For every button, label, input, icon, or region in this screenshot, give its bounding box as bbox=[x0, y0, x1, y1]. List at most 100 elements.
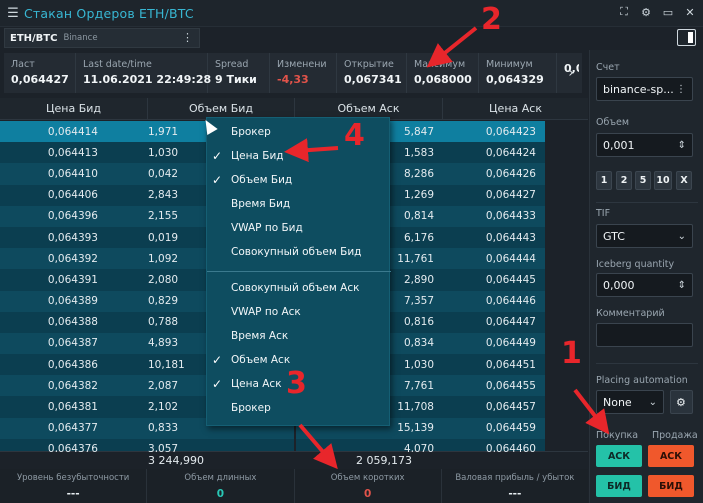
bid-volume-cell[interactable]: 0,788 bbox=[128, 312, 248, 333]
order-book-row[interactable]: 0,064381 2,102 11,708 0,064457 bbox=[0, 396, 588, 418]
bid-volume-cell[interactable]: 10,181 bbox=[128, 354, 248, 375]
buy-bid-button[interactable]: БИД bbox=[596, 475, 642, 497]
ask-volume-cell[interactable]: 15,139 bbox=[290, 418, 436, 439]
ask-price-cell[interactable]: 0,064427 bbox=[436, 185, 586, 206]
order-book-row[interactable]: 0,064377 0,833 15,139 0,064459 bbox=[0, 417, 588, 439]
close-icon[interactable]: ✕ bbox=[683, 5, 697, 19]
account-select[interactable]: binance-sp... ⋮ bbox=[596, 77, 693, 101]
stepper-icon[interactable]: ⇕ bbox=[678, 140, 686, 151]
ask-price-cell[interactable]: 0,064445 bbox=[436, 269, 586, 290]
ask-volume-cell[interactable]: 1,583 bbox=[290, 142, 436, 163]
ask-price-cell[interactable]: 0,064424 bbox=[436, 142, 586, 163]
ask-price-cell[interactable]: 0,064451 bbox=[436, 354, 586, 375]
ask-price-cell[interactable]: 0,064449 bbox=[436, 333, 586, 354]
ask-volume-cell[interactable]: 2,890 bbox=[290, 269, 436, 290]
bid-volume-cell[interactable]: 2,087 bbox=[128, 375, 248, 396]
side-panel-toggle-icon[interactable] bbox=[677, 29, 696, 46]
bid-price-cell[interactable]: 0,064389 bbox=[0, 291, 128, 312]
order-book-row[interactable]: 0,064413 1,030 1,583 0,064424 bbox=[0, 142, 588, 164]
qty-button-5[interactable]: 5 bbox=[635, 171, 651, 190]
ask-volume-cell[interactable]: 8,286 bbox=[290, 163, 436, 184]
bid-price-cell[interactable]: 0,064382 bbox=[0, 375, 128, 396]
ask-volume-cell[interactable]: 11,761 bbox=[290, 248, 436, 269]
order-book-row[interactable]: 0,064396 2,155 0,814 0,064433 bbox=[0, 205, 588, 227]
bid-price-cell[interactable]: 0,064381 bbox=[0, 396, 128, 417]
order-book-row[interactable]: 0,064392 1,092 11,761 0,064444 bbox=[0, 248, 588, 270]
column-bid-volume[interactable]: Объем Бид bbox=[148, 98, 295, 119]
bid-price-cell[interactable]: 0,064377 bbox=[0, 418, 128, 439]
more-options-icon[interactable]: ⋮ bbox=[182, 31, 193, 44]
ask-volume-cell[interactable]: 1,030 bbox=[290, 354, 436, 375]
ask-volume-cell[interactable]: 5,847 bbox=[290, 121, 436, 142]
bid-volume-cell[interactable]: 2,080 bbox=[128, 269, 248, 290]
bid-volume-cell[interactable]: 2,155 bbox=[128, 206, 248, 227]
bid-price-cell[interactable]: 0,064392 bbox=[0, 248, 128, 269]
ask-volume-cell[interactable]: 0,814 bbox=[290, 206, 436, 227]
ask-volume-cell[interactable]: 4,070 bbox=[290, 439, 436, 452]
tif-select[interactable]: GTC ⌄ bbox=[596, 224, 693, 248]
bid-price-cell[interactable]: 0,064391 bbox=[0, 269, 128, 290]
order-book-row[interactable]: 0,064389 0,829 7,357 0,064446 bbox=[0, 290, 588, 312]
stepper-icon[interactable]: ⇕ bbox=[678, 280, 686, 291]
order-book-row[interactable]: 0,064376 3,057 4,070 0,064460 bbox=[0, 438, 588, 452]
qty-button-clear[interactable]: X bbox=[676, 171, 692, 190]
ask-price-cell[interactable]: 0,064457 bbox=[436, 396, 586, 417]
fullscreen-icon[interactable]: ⛶ bbox=[617, 5, 631, 19]
ask-volume-cell[interactable]: 1,269 bbox=[290, 185, 436, 206]
menu-icon[interactable]: ☰ bbox=[2, 6, 24, 21]
ask-volume-cell[interactable]: 11,708 bbox=[290, 396, 436, 417]
comment-input[interactable] bbox=[596, 323, 693, 347]
ask-volume-cell[interactable]: 7,761 bbox=[290, 375, 436, 396]
order-book-row[interactable]: 0,064387 4,893 0,834 0,064449 bbox=[0, 332, 588, 355]
bid-volume-cell[interactable]: 1,092 bbox=[128, 248, 248, 269]
buy-ask-button[interactable]: АСК bbox=[596, 445, 642, 467]
ask-price-cell[interactable]: 0,064446 bbox=[436, 291, 586, 312]
ask-volume-cell[interactable]: 0,816 bbox=[290, 312, 436, 333]
ask-price-cell[interactable]: 0,064444 bbox=[436, 248, 586, 269]
bid-price-cell[interactable]: 0,064387 bbox=[0, 333, 128, 354]
order-book-row[interactable]: 0,064406 2,843 1,269 0,064427 bbox=[0, 184, 588, 206]
ask-price-cell[interactable]: 0,064443 bbox=[436, 227, 586, 248]
order-book-row[interactable]: 0,064414 1,971 5,847 0,064423 bbox=[0, 121, 588, 143]
ask-volume-cell[interactable]: 7,357 bbox=[290, 291, 436, 312]
automation-select[interactable]: None ⌄ bbox=[596, 390, 664, 414]
iceberg-input[interactable]: 0,000 ⇕ bbox=[596, 273, 693, 297]
ask-price-cell[interactable]: 0,064447 bbox=[436, 312, 586, 333]
stats-scroll-right-icon[interactable]: › bbox=[560, 61, 582, 85]
bid-price-cell[interactable]: 0,064414 bbox=[0, 121, 128, 142]
automation-settings-icon[interactable]: ⚙ bbox=[670, 390, 693, 414]
bid-volume-cell[interactable]: 1,030 bbox=[128, 142, 248, 163]
instrument-selector[interactable]: ETH/BTC Binance ⋮ bbox=[4, 28, 200, 48]
ask-price-cell[interactable]: 0,064455 bbox=[436, 375, 586, 396]
bid-price-cell[interactable]: 0,064413 bbox=[0, 142, 128, 163]
bid-volume-cell[interactable]: 1,971 bbox=[128, 121, 248, 142]
bid-price-cell[interactable]: 0,064396 bbox=[0, 206, 128, 227]
bid-volume-cell[interactable]: 0,833 bbox=[128, 418, 248, 439]
bid-price-cell[interactable]: 0,064388 bbox=[0, 312, 128, 333]
bid-price-cell[interactable]: 0,064393 bbox=[0, 227, 128, 248]
volume-input[interactable]: 0,001 ⇕ bbox=[596, 133, 693, 157]
qty-button-2[interactable]: 2 bbox=[616, 171, 632, 190]
ask-price-cell[interactable]: 0,064433 bbox=[436, 206, 586, 227]
ask-price-cell[interactable]: 0,064459 bbox=[436, 418, 586, 439]
ask-volume-cell[interactable]: 0,834 bbox=[290, 333, 436, 354]
order-book-row[interactable]: 0,064391 2,080 2,890 0,064445 bbox=[0, 269, 588, 291]
column-ask-price[interactable]: Цена Аск bbox=[443, 98, 588, 119]
bid-price-cell[interactable]: 0,064410 bbox=[0, 163, 128, 184]
order-book-row[interactable]: 0,064410 0,042 8,286 0,064426 bbox=[0, 163, 588, 185]
ask-volume-cell[interactable]: 6,176 bbox=[290, 227, 436, 248]
order-book-row[interactable]: 0,064388 0,788 0,816 0,064447 bbox=[0, 311, 588, 333]
bid-volume-cell[interactable]: 3,057 bbox=[128, 439, 248, 452]
minimize-icon[interactable]: ▭ bbox=[661, 5, 675, 19]
bid-price-cell[interactable]: 0,064386 bbox=[0, 354, 128, 375]
bid-price-cell[interactable]: 0,064376 bbox=[0, 439, 128, 452]
ask-price-cell[interactable]: 0,064460 bbox=[436, 439, 586, 452]
bid-volume-cell[interactable]: 2,102 bbox=[128, 396, 248, 417]
bid-price-cell[interactable]: 0,064406 bbox=[0, 185, 128, 206]
qty-button-10[interactable]: 10 bbox=[654, 171, 672, 190]
sell-ask-button[interactable]: АСК bbox=[648, 445, 694, 467]
order-book-row[interactable]: 0,064382 2,087 7,761 0,064455 bbox=[0, 375, 588, 397]
bid-volume-cell[interactable]: 4,893 bbox=[128, 333, 248, 354]
bid-volume-cell[interactable]: 0,019 bbox=[128, 227, 248, 248]
column-bid-price[interactable]: Цена Бид bbox=[0, 98, 148, 119]
